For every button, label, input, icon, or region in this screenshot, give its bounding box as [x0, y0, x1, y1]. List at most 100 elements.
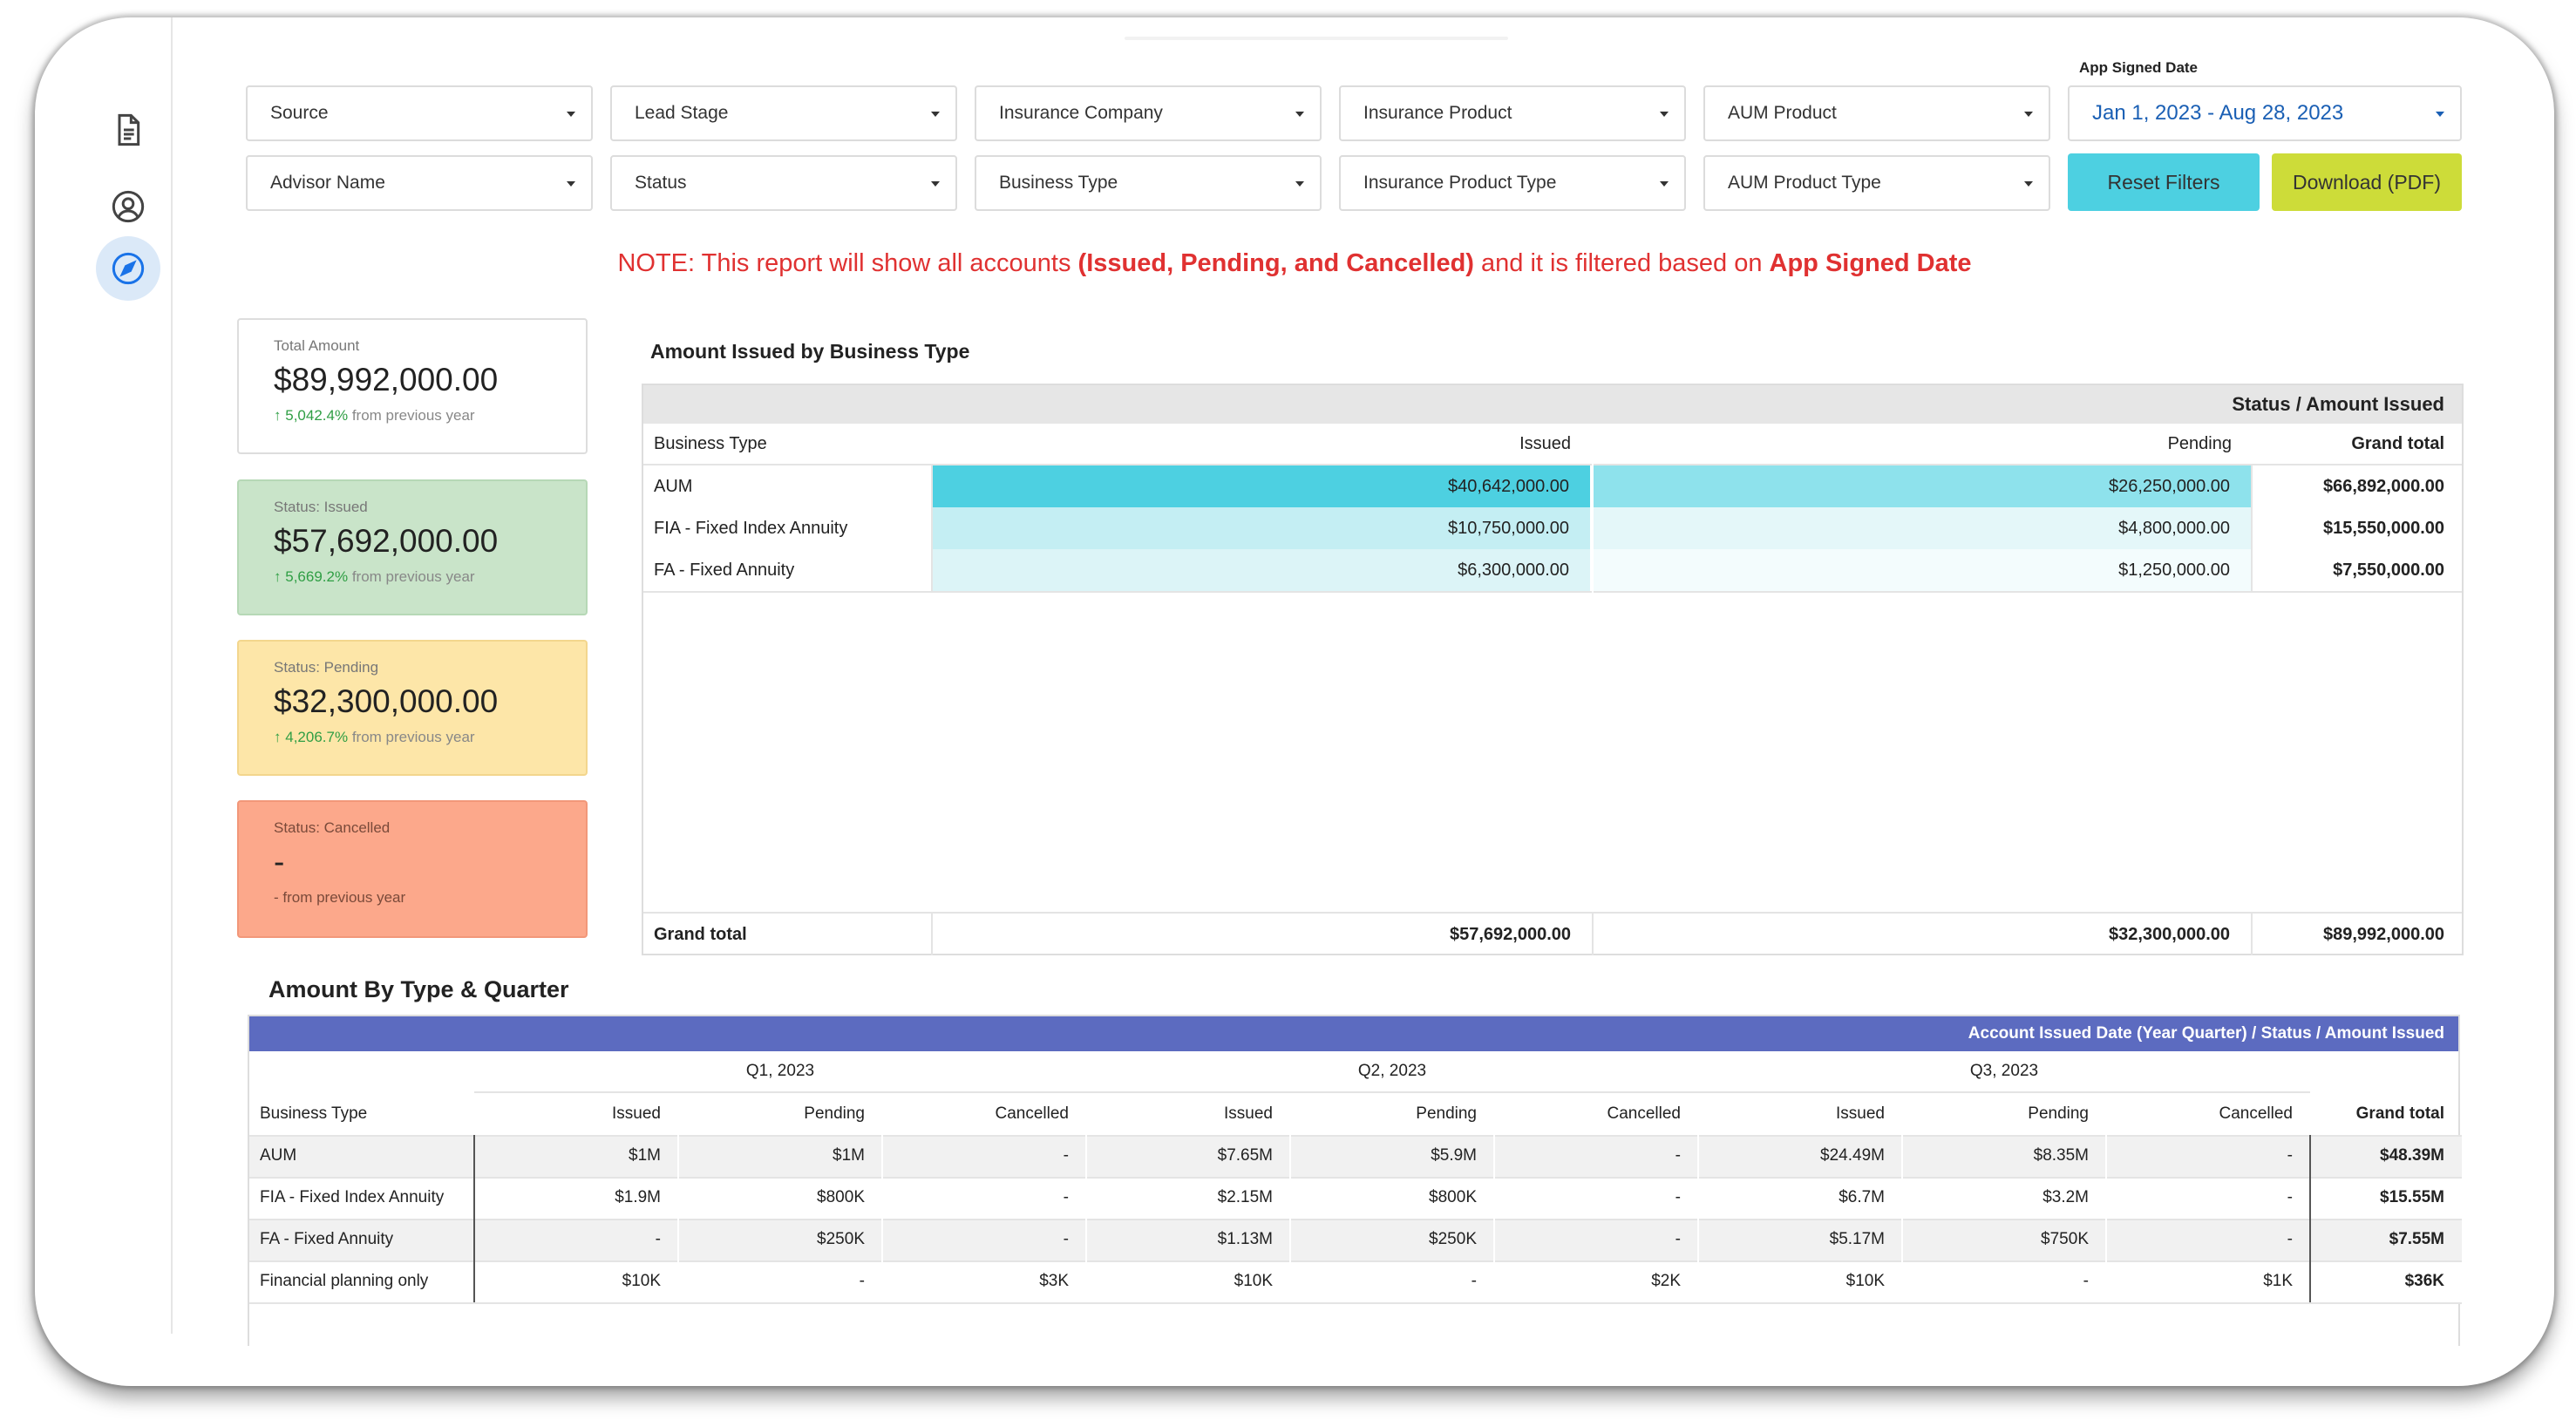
table-cell: -: [2287, 1146, 2293, 1165]
filter-insurance-product[interactable]: Insurance Product: [1339, 85, 1686, 141]
band-header-label: Account Issued Date (Year Quarter) / Sta…: [1968, 1024, 2444, 1043]
chevron-down-icon: [2024, 181, 2033, 187]
kpi-card-label: Status: Issued: [274, 499, 368, 515]
chevron-down-icon: [2436, 112, 2444, 117]
column-header-status: Pending: [2028, 1104, 2089, 1123]
reset-filters-button[interactable]: Reset Filters: [2068, 153, 2260, 211]
filter-source[interactable]: Source: [246, 85, 593, 141]
filter-insurance-product-type[interactable]: Insurance Product Type: [1339, 155, 1686, 211]
filter-status-label: Status: [635, 173, 687, 193]
table-cell: -: [1675, 1188, 1681, 1206]
column-header-business-type: Business Type: [654, 433, 767, 453]
divider: [2309, 1135, 2311, 1302]
table-row-type: FIA - Fixed Index Annuity: [260, 1188, 445, 1206]
divider: [1289, 1135, 1291, 1302]
note-bold-1: (Issued, Pending, and Cancelled): [1077, 249, 1474, 277]
filter-lead-stage[interactable]: Lead Stage: [610, 85, 957, 141]
divider: [1901, 1135, 1903, 1302]
divider: [1085, 1135, 1087, 1302]
table-cell: $250K: [1429, 1230, 1477, 1248]
table-cell-issued: $40,642,000.00: [933, 465, 1590, 507]
filter-status[interactable]: Status: [610, 155, 957, 211]
divider: [677, 1135, 679, 1302]
column-header-grand-total: Grand total: [2351, 433, 2444, 453]
table-cell-total: $15.55M: [2380, 1188, 2444, 1206]
column-header-status: Pending: [804, 1104, 865, 1123]
filter-advisor-name-label: Advisor Name: [270, 173, 385, 193]
business-type-table: Status / Amount Issued Business Type Iss…: [642, 384, 2464, 955]
divider: [249, 1302, 2462, 1304]
table-cell: $3K: [1039, 1272, 1069, 1290]
grand-total-issued: $57,692,000.00: [1449, 924, 1571, 944]
table-cell: $7.65M: [1217, 1146, 1273, 1165]
filter-business-type-label: Business Type: [999, 173, 1118, 193]
chevron-down-icon: [567, 181, 575, 187]
divider: [931, 464, 933, 593]
column-header-status: Issued: [1836, 1104, 1885, 1123]
table-cell: -: [2287, 1188, 2293, 1206]
filter-aum-product-type-label: AUM Product Type: [1728, 173, 1881, 193]
kpi-card-amount: $32,300,000.00: [274, 683, 499, 719]
table-cell: $1K: [2263, 1272, 2293, 1290]
table-cell-pending: $1,250,000.00: [1594, 549, 2251, 591]
kpi-card-total: Total Amount $89,992,000.00 ↑ 5,042.4% f…: [237, 318, 588, 454]
filter-aum-product[interactable]: AUM Product: [1703, 85, 2050, 141]
table-cell: -: [655, 1230, 661, 1248]
date-filter-label: App Signed Date: [2079, 59, 2199, 76]
table-cell: $750K: [2041, 1230, 2089, 1248]
table-cell: $1.13M: [1217, 1230, 1273, 1248]
filter-advisor-name[interactable]: Advisor Name: [246, 155, 593, 211]
table-cell-pending: $26,250,000.00: [1594, 465, 2251, 507]
table-cell: $8.35M: [2033, 1146, 2089, 1165]
table-row-type: FA - Fixed Annuity: [260, 1230, 394, 1248]
table-cell: -: [1063, 1230, 1069, 1248]
kpi-card-suffix: from previous year: [351, 729, 475, 745]
table-row-type: FIA - Fixed Index Annuity: [654, 518, 848, 538]
table-cell: $5.17M: [1829, 1230, 1885, 1248]
kpi-card-cancelled: Status: Cancelled - - from previous year: [237, 800, 588, 938]
kpi-card-pct: 5,669.2%: [285, 568, 349, 585]
quarter-header: Q2, 2023: [1357, 1062, 1427, 1080]
chevron-down-icon: [1660, 112, 1669, 117]
divider: [1697, 1135, 1699, 1302]
kpi-card-suffix: from previous year: [351, 568, 475, 585]
kpi-card-amount: $89,992,000.00: [274, 362, 499, 397]
filter-aum-product-type[interactable]: AUM Product Type: [1703, 155, 2050, 211]
column-header-status: Cancelled: [995, 1104, 1070, 1123]
super-header-label: Status / Amount Issued: [2232, 393, 2444, 415]
download-pdf-button[interactable]: Download (PDF): [2272, 153, 2462, 211]
grand-total-pending: $32,300,000.00: [2108, 924, 2230, 944]
column-header-issued: Issued: [1519, 433, 1571, 453]
table-cell-total: $48.39M: [2380, 1146, 2444, 1165]
table-cell: $6.7M: [1839, 1188, 1885, 1206]
filter-source-label: Source: [270, 103, 329, 123]
user-circle-icon[interactable]: [96, 174, 160, 239]
report-note: NOTE: This report will show all accounts…: [35, 249, 2554, 278]
table-cell: $1M: [833, 1146, 865, 1165]
divider: [1592, 464, 1594, 593]
kpi-card-change: ↑ 5,669.2% from previous year: [274, 568, 586, 586]
kpi-card-suffix: - from previous year: [274, 889, 406, 906]
table-cell: $1.9M: [615, 1188, 661, 1206]
column-header-status: Cancelled: [1607, 1104, 1682, 1123]
chevron-down-icon: [931, 181, 940, 187]
table-cell-total: $7,550,000.00: [2333, 560, 2444, 580]
table-row-type: AUM: [654, 476, 693, 496]
quarter-table-title: Amount By Type & Quarter: [268, 976, 569, 1002]
filter-insurance-company[interactable]: Insurance Company: [975, 85, 1322, 141]
arrow-up-icon: ↑: [274, 729, 286, 745]
column-header-status: Cancelled: [2219, 1104, 2294, 1123]
divider: [881, 1135, 883, 1302]
document-icon[interactable]: [96, 98, 160, 162]
date-range-filter[interactable]: Jan 1, 2023 - Aug 28, 2023: [2068, 85, 2462, 141]
filter-business-type[interactable]: Business Type: [975, 155, 1322, 211]
column-header-pending: Pending: [2167, 433, 2232, 453]
table-cell: $2K: [1651, 1272, 1681, 1290]
table-cell: $10K: [622, 1272, 661, 1290]
kpi-card-label: Status: Cancelled: [274, 819, 391, 836]
table-cell-total: $15,550,000.00: [2322, 518, 2444, 538]
table-cell-pending: $4,800,000.00: [1594, 507, 2251, 549]
chevron-down-icon: [1295, 112, 1304, 117]
table-cell: -: [1471, 1272, 1477, 1290]
divider: [2105, 1135, 2107, 1302]
